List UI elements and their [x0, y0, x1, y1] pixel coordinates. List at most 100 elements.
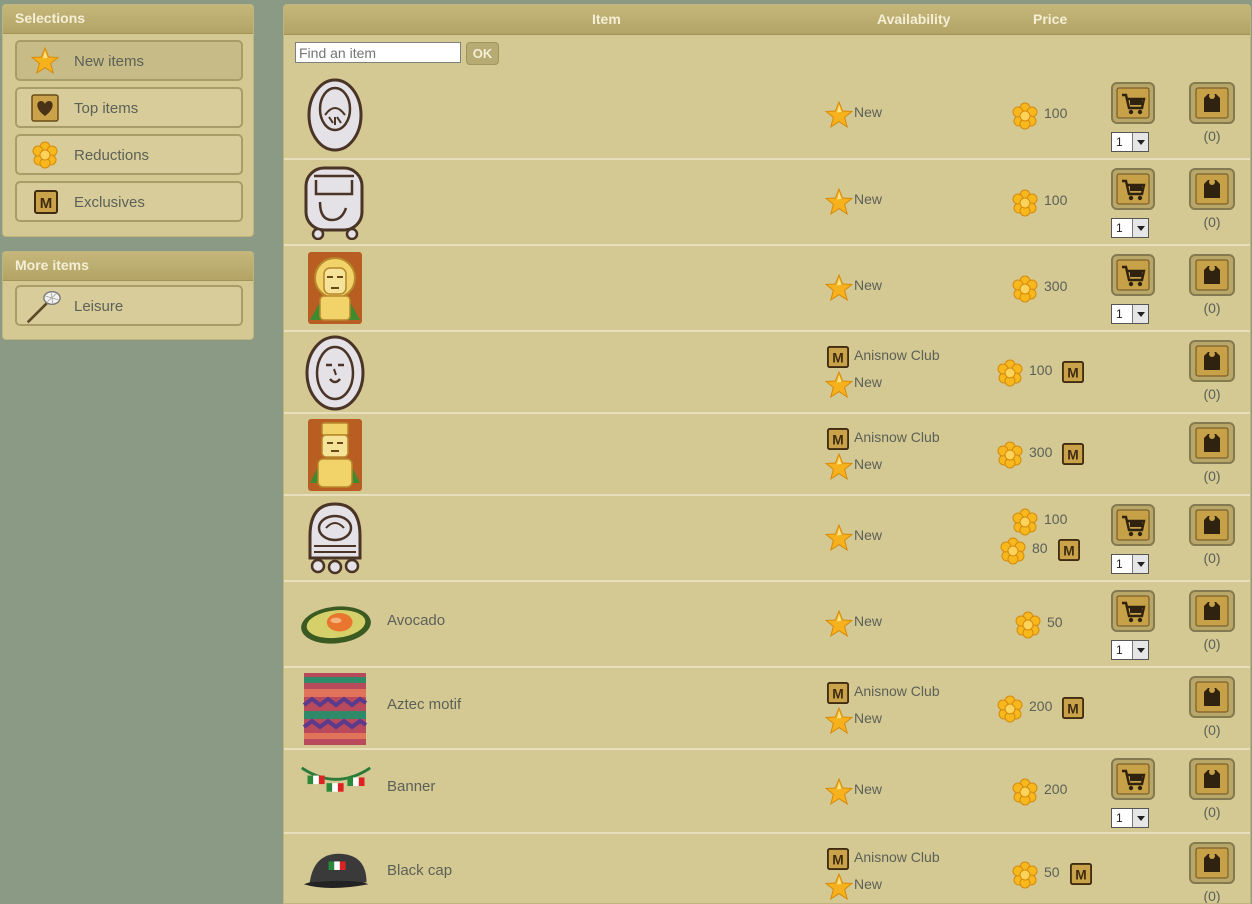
- flower-coin-icon: [31, 141, 59, 169]
- availability: Anisnow Club New: [825, 426, 940, 480]
- m-badge-icon: [827, 848, 849, 870]
- cart-icon: [1113, 84, 1153, 122]
- price-value: 100: [1044, 105, 1068, 121]
- add-to-cart-button[interactable]: [1111, 168, 1155, 210]
- add-to-cart-button[interactable]: [1111, 758, 1155, 800]
- price-value: 100: [1029, 362, 1053, 378]
- glyph-skull-icon: [300, 500, 370, 576]
- quantity-select[interactable]: 1: [1111, 554, 1149, 574]
- item-name[interactable]: Black cap: [387, 862, 452, 879]
- add-to-cart-button[interactable]: [1111, 82, 1155, 124]
- wishlist-count: (0): [1203, 804, 1221, 820]
- star-icon: [825, 274, 853, 302]
- wishlist-button[interactable]: [1189, 504, 1235, 546]
- wishlist-button[interactable]: [1189, 676, 1235, 718]
- wishlist-button[interactable]: [1189, 340, 1235, 382]
- price: 300: [984, 439, 1114, 468]
- m-badge-icon: [1058, 539, 1080, 561]
- quantity-select[interactable]: 1: [1111, 218, 1149, 238]
- wishlist-button[interactable]: [1189, 842, 1235, 884]
- cart-icon: [1113, 170, 1153, 208]
- quantity-select[interactable]: 1: [1111, 304, 1149, 324]
- flower-coin-icon: [1011, 275, 1039, 303]
- column-header-item: Item: [592, 11, 621, 27]
- wishlist-count: (0): [1203, 636, 1221, 652]
- sidebar-item-leisure[interactable]: Leisure: [15, 285, 243, 326]
- m-badge-icon: [827, 682, 849, 704]
- search-ok-button[interactable]: OK: [466, 42, 499, 65]
- price-value: 50: [1047, 614, 1063, 630]
- shirt-icon: [1191, 760, 1233, 798]
- star-icon: [825, 778, 853, 806]
- item-name[interactable]: Avocado: [387, 612, 445, 629]
- wishlist-button[interactable]: [1189, 758, 1235, 800]
- shirt-icon: [1191, 256, 1233, 294]
- quantity-value: 1: [1116, 643, 1123, 657]
- availability: New: [825, 610, 882, 637]
- flower-coin-icon: [1011, 189, 1039, 217]
- star-icon: [825, 707, 853, 735]
- sidebar-item-label: Leisure: [74, 298, 124, 315]
- quantity-value: 1: [1116, 811, 1123, 825]
- add-to-cart-button[interactable]: [1111, 504, 1155, 546]
- availability-label: New: [854, 104, 883, 120]
- availability-label: Anisnow Club: [854, 849, 940, 865]
- wishlist-button[interactable]: [1189, 254, 1235, 296]
- chevron-down-icon: [1132, 809, 1148, 827]
- wishlist-count: (0): [1203, 214, 1221, 230]
- column-header-price: Price: [1033, 11, 1068, 27]
- price: 50: [984, 609, 1114, 638]
- wishlist-count: (0): [1203, 386, 1221, 402]
- aztec-motif-icon: [300, 671, 370, 747]
- shirt-icon: [1191, 84, 1233, 122]
- quantity-select[interactable]: 1: [1111, 808, 1149, 828]
- chevron-down-icon: [1132, 641, 1148, 659]
- banner-icon: [298, 762, 374, 810]
- shirt-icon: [1191, 592, 1233, 630]
- availability: Anisnow Club New: [825, 680, 940, 735]
- sidebar-item-new-items[interactable]: New items: [15, 40, 243, 81]
- glyph-square-icon: [300, 164, 370, 240]
- flower-coin-icon: [1014, 611, 1042, 639]
- wishlist-count: (0): [1203, 722, 1221, 738]
- wishlist-button[interactable]: [1189, 82, 1235, 124]
- quantity-select[interactable]: 1: [1111, 640, 1149, 660]
- price-value: 200: [1044, 781, 1068, 797]
- add-to-cart-button[interactable]: [1111, 590, 1155, 632]
- wishlist-button[interactable]: [1189, 168, 1235, 210]
- heart-icon: [31, 94, 59, 122]
- price: 100: [984, 100, 1114, 129]
- wishlist-button[interactable]: [1189, 422, 1235, 464]
- availability-label: Anisnow Club: [854, 429, 940, 445]
- shirt-icon: [1191, 678, 1233, 716]
- table-row: New 100 1 (0): [284, 160, 1250, 246]
- table-row: New 300 1 (0): [284, 246, 1250, 332]
- sidebar-item-top-items[interactable]: Top items: [15, 87, 243, 128]
- item-name[interactable]: Banner: [387, 778, 435, 795]
- table-row: New 100 1 (0): [284, 73, 1250, 160]
- table-row: Anisnow Club New 100 (0): [284, 332, 1250, 414]
- star-icon: [825, 101, 853, 129]
- wishlist-button[interactable]: [1189, 590, 1235, 632]
- quantity-value: 1: [1116, 135, 1123, 149]
- sidebar-item-exclusives[interactable]: Exclusives: [15, 181, 243, 222]
- m-badge-icon: [34, 190, 58, 214]
- item-name[interactable]: Aztec motif: [387, 696, 461, 713]
- search-input[interactable]: [295, 42, 461, 63]
- sidebar-item-reductions[interactable]: Reductions: [15, 134, 243, 175]
- golden-mask-icon: [300, 250, 370, 326]
- availability-label: New: [854, 710, 883, 726]
- availability: Anisnow Club New: [825, 344, 940, 398]
- flower-coin-icon: [1011, 508, 1039, 536]
- sidebar-item-label: Reductions: [74, 147, 150, 164]
- price-value: 100: [1044, 192, 1068, 208]
- price-value: 300: [1044, 278, 1068, 294]
- black-cap-icon: [300, 846, 376, 894]
- availability-label: New: [854, 613, 883, 629]
- availability-label: New: [854, 527, 883, 543]
- quantity-select[interactable]: 1: [1111, 132, 1149, 152]
- flower-coin-icon: [1011, 778, 1039, 806]
- golden-idol-icon: [300, 417, 370, 493]
- m-badge-icon: [1062, 697, 1084, 719]
- add-to-cart-button[interactable]: [1111, 254, 1155, 296]
